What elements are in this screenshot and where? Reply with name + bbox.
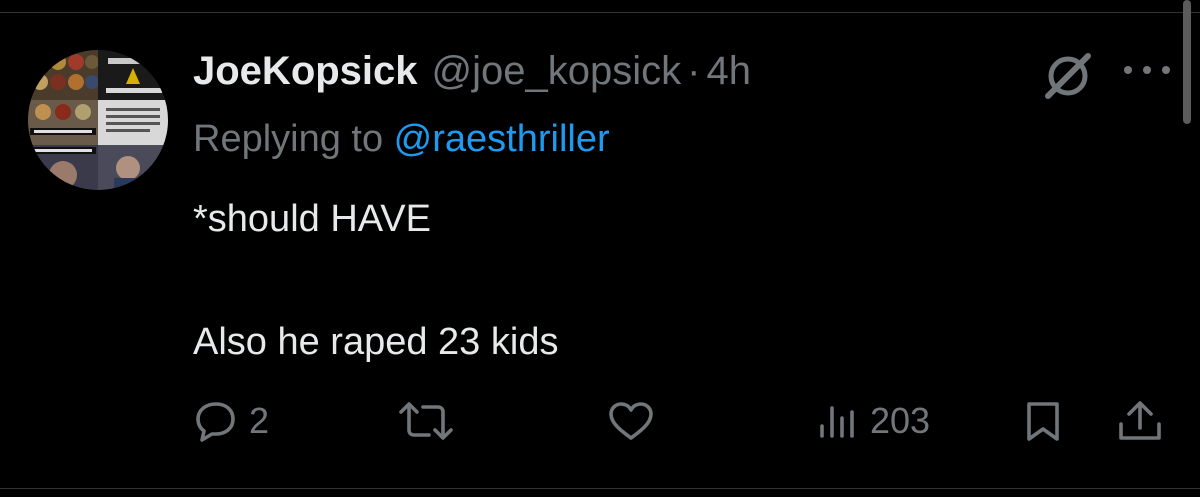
speech-bubble-icon <box>196 402 235 442</box>
display-name[interactable]: JoeKopsick <box>193 46 418 96</box>
bottom-divider <box>0 488 1200 489</box>
ellipsis-icon[interactable] <box>1120 58 1174 82</box>
replying-to-label: Replying to <box>193 118 394 160</box>
timestamp[interactable]: 4h <box>706 46 751 96</box>
views-count: 203 <box>870 400 931 441</box>
separator-dot: · <box>687 49 701 93</box>
bar-chart-icon <box>820 406 854 438</box>
reply-button[interactable]: 2 <box>193 396 269 446</box>
bookmark-icon <box>1027 402 1059 441</box>
replying-to-line: Replying to @raesthriller <box>193 114 610 164</box>
avatar-collage-image <box>28 50 168 190</box>
avatar[interactable] <box>28 50 168 190</box>
tweet-text-line-1: *should HAVE <box>193 198 431 240</box>
grok-icon[interactable] <box>1040 48 1096 104</box>
user-handle[interactable]: @joe_kopsick <box>432 46 682 96</box>
top-divider <box>0 12 1200 13</box>
reply-count: 2 <box>249 400 270 441</box>
bookmark-button[interactable] <box>1020 396 1066 446</box>
views-button[interactable]: 203 <box>816 396 930 446</box>
retweet-arrows-icon <box>399 402 453 440</box>
tweet-text-line-2: Also he raped 23 kids <box>193 321 559 363</box>
retweet-button[interactable] <box>395 396 467 446</box>
replying-to-link[interactable]: @raesthriller <box>394 118 610 160</box>
scrollbar[interactable] <box>1183 0 1191 124</box>
heart-icon <box>609 402 653 440</box>
like-button[interactable] <box>605 396 667 446</box>
tweet-header: JoeKopsick @joe_kopsick · 4h <box>193 46 751 96</box>
share-button[interactable] <box>1115 396 1165 446</box>
share-upload-icon <box>1119 401 1161 440</box>
